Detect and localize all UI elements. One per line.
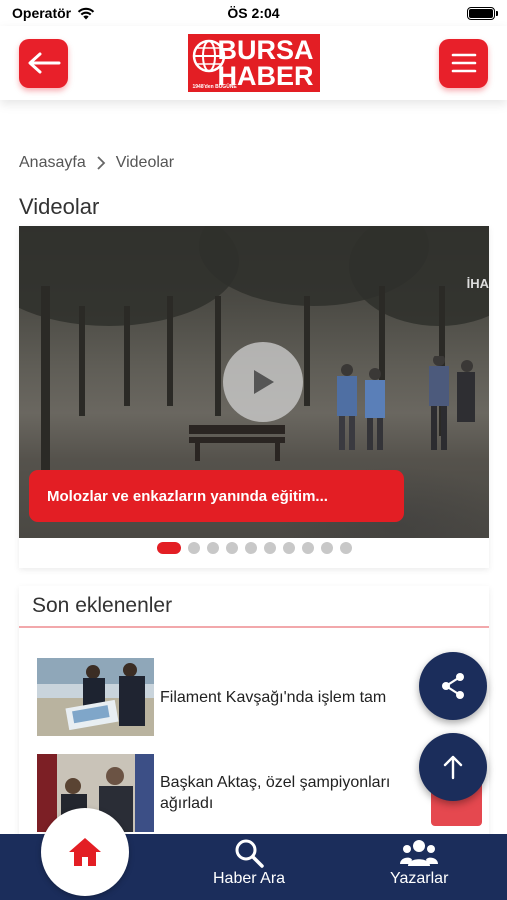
slider-pagination [19,542,489,554]
slider-dot[interactable] [206,542,219,554]
slider-dot[interactable] [320,542,333,554]
slider-dot[interactable] [225,542,238,554]
news-title: Başkan Aktaş, özel şampiyonları ağırladı [160,774,391,812]
slider-dot[interactable] [156,542,181,554]
slider-dot[interactable] [244,542,257,554]
slider-dot[interactable] [301,542,314,554]
breadcrumb-home-link[interactable]: Anasayfa [19,154,86,172]
slider-dot[interactable] [282,542,295,554]
hamburger-menu-icon [451,53,476,73]
logo-line1: BURSA [217,35,314,65]
play-icon [254,370,274,394]
arrow-left-icon [28,52,60,74]
carrier-label: Operatör [12,5,72,21]
search-tab-label: Haber Ara [213,870,286,887]
search-tab[interactable]: Haber Ara [213,838,285,888]
breadcrumb: Anasayfa Videolar [19,154,174,172]
search-icon [235,839,264,868]
breadcrumb-current: Videolar [115,154,175,171]
slider-dot[interactable] [339,542,352,554]
wifi-icon [77,7,95,19]
bursa-haber-logo[interactable]: BURSA HABER 1948'den BUGÜNE [187,34,320,92]
news-thumbnail [37,658,154,736]
status-bar: Operatör ÖS 2:04 [0,0,507,26]
play-button[interactable] [223,342,303,422]
menu-button[interactable] [439,38,488,88]
globe-logo-icon [192,39,225,73]
chevron-right-icon [97,156,105,170]
share-button[interactable] [419,652,487,720]
home-tab[interactable] [41,808,129,896]
share-icon [442,673,464,699]
status-left: Operatör [12,5,95,21]
slider-dot[interactable] [187,542,200,554]
bench-graphic [189,425,285,461]
logo-text: BURSA HABER [217,35,314,90]
home-icon [69,838,101,866]
people-graphic [337,356,475,450]
authors-tab[interactable]: Yazarlar [390,838,448,888]
video-caption[interactable]: Molozlar ve enkazların yanında eğitim... [29,470,404,522]
slider-dot[interactable] [263,542,276,554]
battery-icon [467,6,498,20]
news-title: Filament Kavşağı'nda işlem tam [160,688,387,706]
authors-tab-label: Yazarlar [390,870,449,887]
page-title: Videolar [19,194,100,219]
news-item[interactable]: Filament Kavşağı'nda işlem tam [37,658,435,736]
recent-section-title: Son eklenenler [19,586,489,628]
video-watermark: İHA [466,276,489,291]
users-icon [400,840,439,866]
logo-since: 1948'den BUGÜNE [192,84,237,90]
app-header: BURSA HABER 1948'den BUGÜNE [0,26,507,100]
back-button[interactable] [19,38,68,88]
arrow-up-icon [443,755,463,780]
video-thumbnail[interactable]: İHA Molozlar ve enkazların yanında eğiti… [19,226,489,538]
scroll-top-button[interactable] [419,733,487,801]
video-slider: İHA Molozlar ve enkazların yanında eğiti… [19,226,489,568]
